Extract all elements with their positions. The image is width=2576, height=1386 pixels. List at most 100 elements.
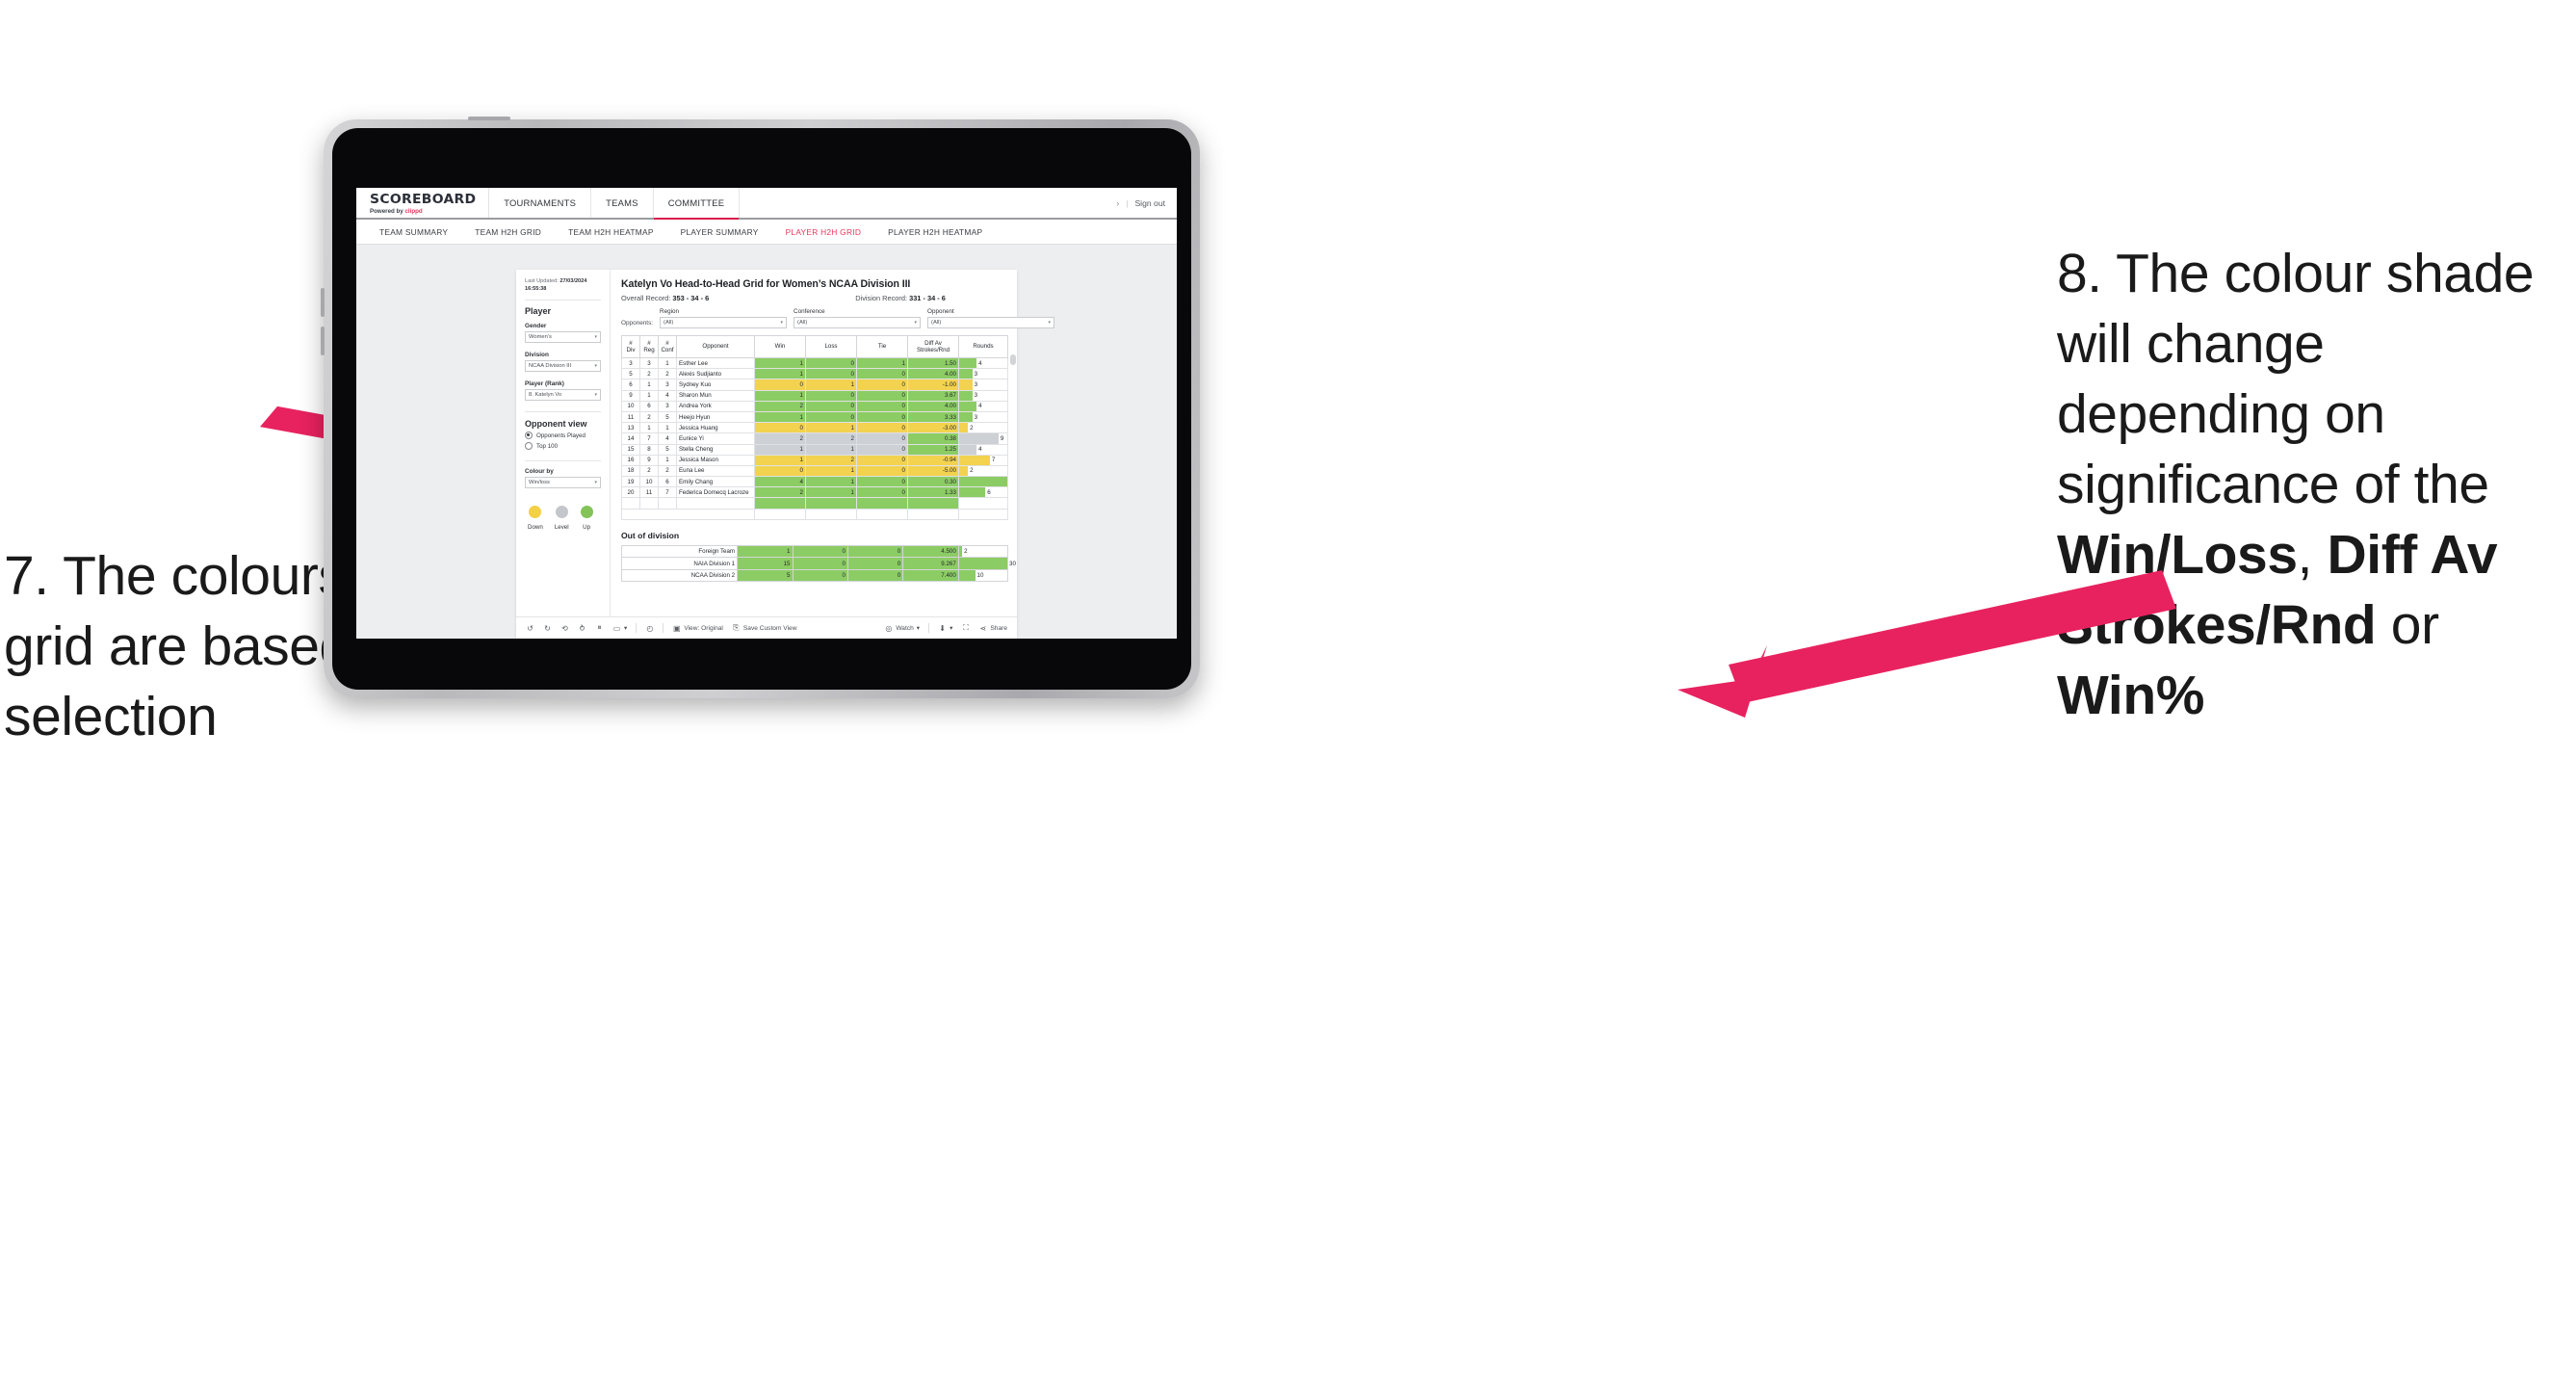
cell-diff: 9.267 xyxy=(902,557,959,570)
cell-rounds: 30 xyxy=(957,557,1016,570)
share-button[interactable]: ⋖ Share xyxy=(978,624,1007,633)
refresh-icon[interactable]: ⥁ xyxy=(578,624,586,633)
table-row[interactable]: 18 2 2 Euna Lee 0 1 0 -5.00 2 xyxy=(621,464,1008,478)
table-row[interactable]: Foreign Team 1 0 0 4.500 2 xyxy=(620,544,1009,559)
watch-button[interactable]: ◎ Watch ▾ xyxy=(884,624,920,633)
table-row[interactable]: 16 9 1 Jessica Mason 1 2 0 -0.94 7 xyxy=(621,454,1008,466)
save-custom-view-button[interactable]: ⎘ Save Custom View xyxy=(732,623,797,633)
column-header-rounds[interactable]: Rounds xyxy=(958,335,1008,358)
tableau-viz: Last Updated: 27/03/2024 16:55:38 Player… xyxy=(516,270,1055,639)
tab-player-h2h-grid[interactable]: PLAYER H2H GRID xyxy=(772,227,875,237)
cell-reg: 8 xyxy=(639,443,659,456)
label-player-rank: Player (Rank) xyxy=(525,380,564,388)
table-row[interactable]: NAIA Division 1 15 0 0 9.267 30 xyxy=(620,557,1016,570)
cell-reg: 9 xyxy=(639,454,659,466)
cell-win: 4 xyxy=(754,476,806,488)
tab-player-h2h-heatmap[interactable]: PLAYER H2H HEATMAP xyxy=(874,227,996,237)
radio-opponents-played[interactable]: Opponents Played xyxy=(525,431,601,440)
rounds-bar xyxy=(959,412,973,422)
sign-out-link[interactable]: Sign out xyxy=(1134,198,1165,208)
radio-icon-unselected xyxy=(525,442,533,451)
rounds-bar xyxy=(959,423,969,432)
undo-icon[interactable]: ↺ xyxy=(526,624,534,633)
filter-conference-label: Conference xyxy=(794,308,825,315)
alerts-button[interactable]: ▭ ▾ xyxy=(612,624,628,633)
column-header-conf[interactable]: # Conf xyxy=(658,335,677,358)
filter-opponent-select[interactable]: (All) ▾ xyxy=(927,317,1055,328)
cell-rounds: 4 xyxy=(958,356,1008,370)
table-row[interactable]: NCAA Division 2 5 0 0 7.400 10 xyxy=(620,568,1009,583)
table-row-partial xyxy=(621,497,1008,510)
share-label: Share xyxy=(990,624,1007,632)
save-custom-view-label: Save Custom View xyxy=(742,624,797,632)
out-of-division-body: Foreign Team 1 0 0 4.500 2 NAIA Division 1 15 0 0… xyxy=(620,544,1016,583)
pause-icon[interactable]: ⏸ xyxy=(595,623,604,633)
select-division[interactable]: NCAA Division III ▾ xyxy=(525,360,601,373)
revert-icon[interactable]: ⟲ xyxy=(560,624,569,633)
column-header-win[interactable]: Win xyxy=(754,335,806,358)
watch-label: Watch xyxy=(896,624,914,632)
table-row[interactable]: 20 11 7 Federica Domecq Lacroze 2 1 0 1.33 6 xyxy=(621,486,1008,499)
nav-item-teams[interactable]: TEAMS xyxy=(591,188,654,218)
arrow-right xyxy=(1678,570,2176,718)
download-button[interactable]: ⬇ ▾ xyxy=(938,624,952,633)
table-row[interactable]: 9 1 4 Sharon Mun 1 0 0 3.67 3 xyxy=(621,389,1008,402)
filter-conference-select[interactable]: (All) ▾ xyxy=(794,317,922,328)
radio-opponents-played-label: Opponents Played xyxy=(536,431,585,439)
cell-diff: -1.00 xyxy=(907,379,959,391)
select-colour-by[interactable]: Win/loss ▾ xyxy=(525,477,601,489)
field-division: Division NCAA Division III ▾ xyxy=(525,352,601,373)
column-header-loss[interactable]: Loss xyxy=(805,335,857,358)
h2h-grid-table: # Div # Reg # Conf Opponent Win Loss Tie Diff Av St… xyxy=(621,335,1008,520)
cell-win: 5 xyxy=(737,568,794,583)
records-row: Overall Record: 353 - 34 - 6 Division Re… xyxy=(621,294,1007,302)
rounds-bar xyxy=(959,402,977,411)
nav-item-committee[interactable]: COMMITTEE xyxy=(653,188,741,220)
select-player-rank[interactable]: 8. Katelyn Vo ▾ xyxy=(525,389,601,402)
cell-conf: 3 xyxy=(658,400,677,412)
column-header-tie[interactable]: Tie xyxy=(856,335,908,358)
radio-top-100[interactable]: Top 100 xyxy=(525,442,601,451)
table-row[interactable]: 19106Emily Chang4100.3011 xyxy=(621,476,1008,488)
division-record-value: 331 - 34 - 6 xyxy=(909,294,946,302)
table-row[interactable]: 10 6 3 Andrea York 2 0 0 4.00 4 xyxy=(621,400,1008,412)
redo-icon[interactable]: ↻ xyxy=(543,624,552,633)
division-record-label: Division Record: xyxy=(855,294,910,302)
cell-reg: 10 xyxy=(639,476,659,488)
nav-item-tournaments[interactable]: TOURNAMENTS xyxy=(489,188,592,218)
cell-tie: 1 xyxy=(856,356,908,370)
cell-opponent: Stella Cheng xyxy=(676,443,755,456)
table-row[interactable]: 15 8 5 Stella Cheng 1 1 0 1.25 4 xyxy=(621,443,1008,456)
overall-record: Overall Record: 353 - 34 - 6 xyxy=(621,294,709,302)
brand-logo[interactable]: SCOREBOARD Powered by clippd xyxy=(356,188,490,218)
cell-rounds: 4 xyxy=(958,400,1008,412)
cell-win: 2 xyxy=(754,400,806,412)
chevron-down-icon: ▾ xyxy=(780,320,784,326)
column-header-opponent[interactable]: Opponent xyxy=(676,335,755,358)
cell-loss: 1 xyxy=(805,476,857,488)
cell-tie: 0 xyxy=(856,454,908,466)
select-gender[interactable]: Women’s ▾ xyxy=(525,331,601,344)
tab-team-h2h-heatmap[interactable]: TEAM H2H HEATMAP xyxy=(555,227,667,237)
table-row[interactable]: 11 2 5 Heejo Hyun 1 0 0 3.33 3 xyxy=(621,410,1008,424)
chevron-right-icon[interactable]: › xyxy=(1116,198,1119,208)
table-row[interactable]: 6 1 3 Sydney Kuo 0 1 0 -1.00 3 xyxy=(621,379,1008,391)
scoreboard-app: SCOREBOARD Powered by clippd TOURNAMENTS… xyxy=(356,188,1177,639)
fullscreen-icon[interactable]: ⛶ xyxy=(961,623,970,633)
table-row[interactable]: 13 1 1 Jessica Huang 0 1 0 -3.00 2 xyxy=(621,422,1008,434)
column-header-diff-av-strokes-rnd[interactable]: Diff Av Strokes/Rnd xyxy=(907,335,959,358)
table-row[interactable]: 5 2 2 Alexis Sudjianto 1 0 0 4.00 3 xyxy=(621,368,1008,380)
tab-team-h2h-grid[interactable]: TEAM H2H GRID xyxy=(461,227,555,237)
table-row[interactable]: 14 7 4 Eunice Yi 2 2 0 0.38 9 xyxy=(621,432,1008,445)
vertical-scrollbar[interactable] xyxy=(1010,354,1016,365)
table-row[interactable]: 3 3 1 Esther Lee 1 0 1 1.50 4 xyxy=(621,356,1008,370)
view-original-button[interactable]: ▣ View: Original xyxy=(672,624,723,633)
column-header-div[interactable]: # Div xyxy=(621,335,640,358)
tab-team-summary[interactable]: TEAM SUMMARY xyxy=(366,227,461,237)
filter-region-select[interactable]: (All) ▾ xyxy=(660,317,788,328)
rounds-value: 9 xyxy=(1000,434,1004,442)
clock-icon[interactable]: ◴ xyxy=(645,624,654,633)
column-header-reg[interactable]: # Reg xyxy=(639,335,659,358)
tab-player-summary[interactable]: PLAYER SUMMARY xyxy=(667,227,772,237)
divider-2 xyxy=(525,411,601,413)
